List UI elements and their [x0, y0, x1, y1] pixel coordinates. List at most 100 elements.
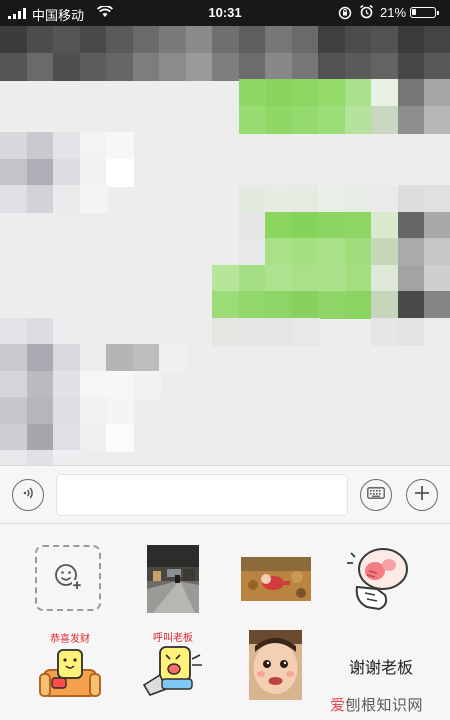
- mosaic-tile: [345, 212, 373, 240]
- mosaic-tile: [53, 53, 81, 81]
- mosaic-tile: [27, 344, 55, 372]
- mosaic-tile: [424, 106, 450, 134]
- mosaic-tile: [239, 212, 267, 240]
- mosaic-tile: [345, 185, 373, 213]
- sticker-cartoon-sofa[interactable]: 恭喜发财: [38, 630, 102, 702]
- mosaic-tile: [398, 79, 426, 107]
- mosaic-tile: [0, 318, 28, 346]
- mosaic-tile: [106, 53, 134, 81]
- mosaic-tile: [345, 238, 373, 266]
- mosaic-tile: [371, 212, 399, 240]
- keyboard-button[interactable]: [360, 479, 392, 511]
- mosaic-tile: [318, 106, 346, 134]
- mosaic-tile: [53, 132, 81, 160]
- mosaic-tile: [212, 291, 240, 319]
- mosaic-tile: [318, 265, 346, 293]
- message-input[interactable]: [56, 474, 348, 516]
- mosaic-tile: [239, 291, 267, 319]
- mosaic-tile: [159, 344, 187, 372]
- mosaic-tile: [106, 424, 134, 452]
- mosaic-tile: [239, 318, 267, 346]
- add-sticker-button[interactable]: [35, 545, 101, 611]
- watermark: 爱刨根知识网: [330, 694, 423, 715]
- mosaic-tile: [106, 344, 134, 372]
- mosaic-tile: [239, 79, 267, 107]
- battery-percent: 21%: [380, 5, 407, 20]
- mosaic-tile: [0, 424, 28, 452]
- mosaic-tile: [80, 397, 108, 425]
- sticker-text-thanks-boss[interactable]: 谢谢老板: [333, 654, 429, 678]
- mosaic-tile: [80, 371, 108, 399]
- mosaic-tile: [27, 159, 55, 187]
- voice-input-button[interactable]: [12, 479, 44, 511]
- mosaic-tile: [398, 291, 426, 319]
- mosaic-tile: [80, 185, 108, 213]
- mosaic-tile: [265, 265, 293, 293]
- mosaic-tile: [345, 265, 373, 293]
- sticker-caption-call-boss: 呼叫老板: [153, 631, 193, 644]
- mosaic-tile: [27, 450, 55, 465]
- mosaic-tile: [239, 26, 267, 54]
- mosaic-tile: [106, 159, 134, 187]
- mosaic-tile: [80, 344, 108, 372]
- sticker-cartoon-megaphone[interactable]: 呼叫老板: [140, 629, 206, 701]
- mosaic-tile: [133, 371, 161, 399]
- mosaic-tile: [292, 26, 320, 54]
- mosaic-tile: [398, 106, 426, 134]
- mosaic-tile: [292, 238, 320, 266]
- mosaic-tile: [371, 238, 399, 266]
- more-button[interactable]: [406, 479, 438, 511]
- watermark-text: 刨根知识网: [345, 697, 424, 714]
- mosaic-tile: [265, 238, 293, 266]
- mosaic-tile: [0, 53, 28, 81]
- mosaic-tile: [424, 26, 450, 54]
- mosaic-tile: [318, 212, 346, 240]
- mosaic-tile: [398, 26, 426, 54]
- mosaic-tile: [212, 265, 240, 293]
- mosaic-tile: [80, 53, 108, 81]
- mosaic-tile: [345, 53, 373, 81]
- add-sticker-smiley-icon: [53, 561, 83, 596]
- mosaic-tile: [292, 185, 320, 213]
- mosaic-tile: [0, 185, 28, 213]
- mosaic-tile: [159, 53, 187, 81]
- sticker-photo-street[interactable]: [147, 545, 199, 613]
- mosaic-tile: [80, 26, 108, 54]
- watermark-accent: 爱: [330, 697, 346, 714]
- mosaic-tile: [53, 26, 81, 54]
- mosaic-tile: [292, 265, 320, 293]
- mosaic-tile: [212, 53, 240, 81]
- mosaic-tile: [345, 79, 373, 107]
- mosaic-tile: [53, 424, 81, 452]
- mosaic-tile: [318, 53, 346, 81]
- sticker-photo-baby-face[interactable]: [249, 630, 302, 700]
- mosaic-tile: [0, 26, 28, 54]
- chat-message-area: [0, 26, 450, 465]
- mosaic-tile: [265, 212, 293, 240]
- mosaic-tile: [159, 26, 187, 54]
- mosaic-tile: [265, 185, 293, 213]
- sticker-photo-baby-leaves[interactable]: [241, 557, 311, 601]
- mosaic-tile: [106, 132, 134, 160]
- mosaic-tile: [239, 53, 267, 81]
- voice-icon: [20, 485, 36, 506]
- mosaic-tile: [80, 132, 108, 160]
- mosaic-tile: [318, 79, 346, 107]
- mosaic-tile: [318, 185, 346, 213]
- mosaic-tile: [265, 291, 293, 319]
- mosaic-tile: [318, 26, 346, 54]
- mosaic-tile: [398, 185, 426, 213]
- sticker-caption-fortune: 恭喜发财: [50, 632, 90, 645]
- mosaic-tile: [292, 53, 320, 81]
- sticker-peach-hand[interactable]: [345, 543, 415, 615]
- mosaic-tile: [27, 397, 55, 425]
- mosaic-tile: [27, 424, 55, 452]
- sticker-panel: 恭喜发财 呼叫老板 谢谢老板: [0, 524, 450, 720]
- mosaic-tile: [80, 424, 108, 452]
- mosaic-tile: [265, 318, 293, 346]
- mosaic-tile: [212, 318, 240, 346]
- mosaic-tile: [371, 185, 399, 213]
- battery-fill: [412, 9, 416, 15]
- plus-icon: [413, 484, 431, 507]
- mosaic-tile: [265, 79, 293, 107]
